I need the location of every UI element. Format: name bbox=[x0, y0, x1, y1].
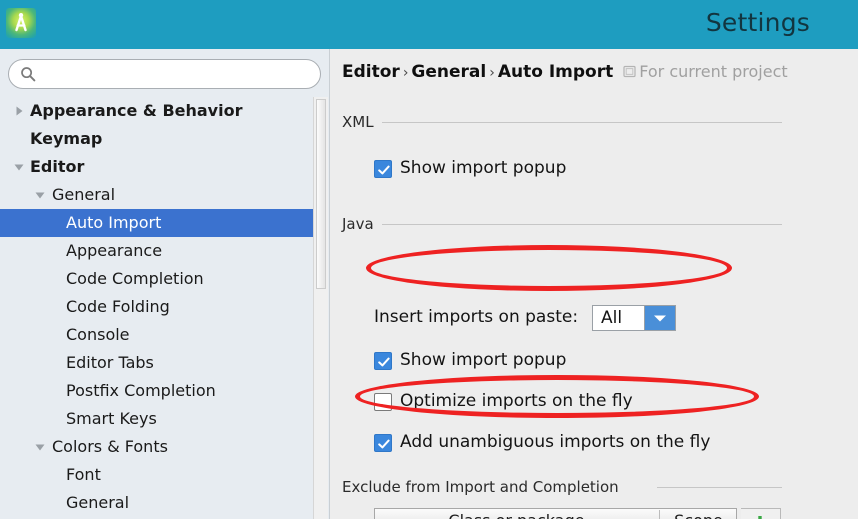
insert-imports-on-paste-value: All bbox=[601, 308, 623, 328]
sidebar-item-colors-fonts[interactable]: Colors & Fonts bbox=[0, 433, 313, 461]
chevron-down-icon[interactable] bbox=[14, 162, 24, 172]
insert-imports-on-paste-label: Insert imports on paste: bbox=[374, 307, 579, 327]
search-container bbox=[8, 59, 321, 89]
checkmark-icon bbox=[378, 439, 390, 449]
group-xml: XML bbox=[342, 113, 782, 131]
sidebar-item-label: Appearance & Behavior bbox=[30, 101, 243, 120]
breadcrumb-editor[interactable]: Editor bbox=[342, 62, 400, 82]
add-unambiguous-imports-label: Add unambiguous imports on the fly bbox=[400, 432, 711, 452]
sidebar-item-appearance-behavior[interactable]: Appearance & Behavior bbox=[0, 97, 313, 125]
search-icon bbox=[21, 67, 36, 82]
sidebar-item-editor[interactable]: Editor bbox=[0, 153, 313, 181]
sidebar-item-postfix-completion[interactable]: Postfix Completion bbox=[0, 377, 313, 405]
group-java: Java bbox=[342, 215, 782, 233]
checkmark-icon bbox=[378, 357, 390, 367]
exclude-table[interactable]: Class or package Scope bbox=[374, 508, 737, 519]
breadcrumb-auto-import: Auto Import bbox=[497, 62, 614, 82]
chevron-down-icon[interactable] bbox=[35, 190, 45, 200]
sidebar-item-label: Font bbox=[66, 465, 101, 484]
breadcrumb-separator-1: › bbox=[402, 65, 409, 81]
sidebar-item-font[interactable]: Font bbox=[0, 461, 313, 489]
sidebar-item-code-folding[interactable]: Code Folding bbox=[0, 293, 313, 321]
sidebar-item-keymap[interactable]: Keymap bbox=[0, 125, 313, 153]
compass-glyph-icon bbox=[15, 13, 27, 32]
sidebar-item-label: General bbox=[66, 493, 130, 512]
checkmark-icon bbox=[378, 165, 390, 175]
scope-note-text: For current project bbox=[639, 62, 788, 81]
group-java-label: Java bbox=[342, 215, 381, 233]
sidebar-scrollbar-track[interactable] bbox=[313, 97, 328, 519]
sidebar-item-general[interactable]: General bbox=[0, 181, 313, 209]
optimize-imports-label: Optimize imports on the fly bbox=[400, 391, 633, 411]
sidebar-scrollbar-thumb[interactable] bbox=[316, 99, 326, 289]
sidebar-item-label: Keymap bbox=[30, 129, 103, 148]
sidebar-item-appearance[interactable]: Appearance bbox=[0, 237, 313, 265]
sidebar-item-label: Auto Import bbox=[66, 213, 162, 232]
chevron-down-icon[interactable] bbox=[35, 442, 45, 452]
sidebar-item-code-completion[interactable]: Code Completion bbox=[0, 265, 313, 293]
group-xml-label: XML bbox=[342, 113, 381, 131]
search-input[interactable] bbox=[42, 64, 308, 84]
settings-content-panel: Editor › General › Auto Import For current pr… bbox=[331, 49, 858, 519]
sidebar-item-editor-tabs[interactable]: Editor Tabs bbox=[0, 349, 313, 377]
xml-show-import-popup-checkbox[interactable] bbox=[374, 160, 392, 178]
exclude-table-buttons bbox=[741, 508, 781, 519]
sidebar-item-label: Postfix Completion bbox=[66, 381, 216, 400]
sidebar-item-label: Code Folding bbox=[66, 297, 170, 316]
chevron-down-glyph-icon bbox=[654, 315, 666, 322]
exclude-table-header: Class or package Scope bbox=[375, 509, 736, 519]
group-xml-divider bbox=[382, 122, 782, 123]
sidebar-item-label: Console bbox=[66, 325, 130, 344]
project-scope-icon bbox=[623, 65, 636, 78]
sidebar-item-label: Smart Keys bbox=[66, 409, 157, 428]
sidebar-item-label: Appearance bbox=[66, 241, 163, 260]
title-bar: Settings bbox=[0, 0, 858, 49]
breadcrumb-separator-2: › bbox=[489, 65, 495, 81]
sidebar-item-label: General bbox=[52, 185, 116, 204]
sidebar-item-label: Editor Tabs bbox=[66, 353, 154, 372]
scope-note: For current project bbox=[623, 62, 788, 81]
java-show-import-popup-label: Show import popup bbox=[400, 350, 567, 370]
group-exclude: Exclude from Import and Completion bbox=[342, 478, 782, 496]
sidebar-item-label: Code Completion bbox=[66, 269, 204, 288]
breadcrumb: Editor › General › Auto Import For current pr… bbox=[342, 62, 788, 82]
group-exclude-divider bbox=[657, 487, 782, 488]
breadcrumb-general[interactable]: General bbox=[411, 62, 486, 82]
chevron-down-icon[interactable] bbox=[644, 306, 675, 330]
settings-tree[interactable]: Appearance & Behavior Keymap Editor General… bbox=[0, 97, 313, 519]
plus-icon bbox=[758, 516, 762, 519]
xml-show-import-popup-label: Show import popup bbox=[400, 158, 567, 178]
settings-sidebar: Appearance & Behavior Keymap Editor General… bbox=[0, 49, 330, 519]
sidebar-item-console[interactable]: Console bbox=[0, 321, 313, 349]
sidebar-item-smart-keys[interactable]: Smart Keys bbox=[0, 405, 313, 433]
sidebar-item-general[interactable]: General bbox=[0, 489, 313, 517]
settings-window: Settings Appearance & Behavior Keymap Edit… bbox=[0, 0, 858, 519]
group-java-divider bbox=[382, 224, 782, 225]
insert-imports-on-paste-dropdown[interactable]: All bbox=[592, 305, 676, 331]
chevron-right-icon[interactable] bbox=[14, 106, 24, 116]
window-title: Settings bbox=[705, 8, 810, 37]
optimize-imports-checkbox[interactable] bbox=[374, 393, 392, 411]
group-exclude-label: Exclude from Import and Completion bbox=[342, 478, 626, 496]
add-exclusion-button[interactable] bbox=[741, 509, 779, 519]
java-show-import-popup-checkbox[interactable] bbox=[374, 352, 392, 370]
sidebar-item-label: Colors & Fonts bbox=[52, 437, 168, 456]
add-unambiguous-imports-checkbox[interactable] bbox=[374, 434, 392, 452]
sidebar-item-auto-import[interactable]: Auto Import bbox=[0, 209, 313, 237]
sidebar-item-label: Editor bbox=[30, 157, 85, 176]
android-studio-icon bbox=[6, 8, 36, 38]
column-header-scope[interactable]: Scope bbox=[659, 510, 737, 519]
column-header-class-or-package[interactable]: Class or package bbox=[375, 510, 658, 519]
